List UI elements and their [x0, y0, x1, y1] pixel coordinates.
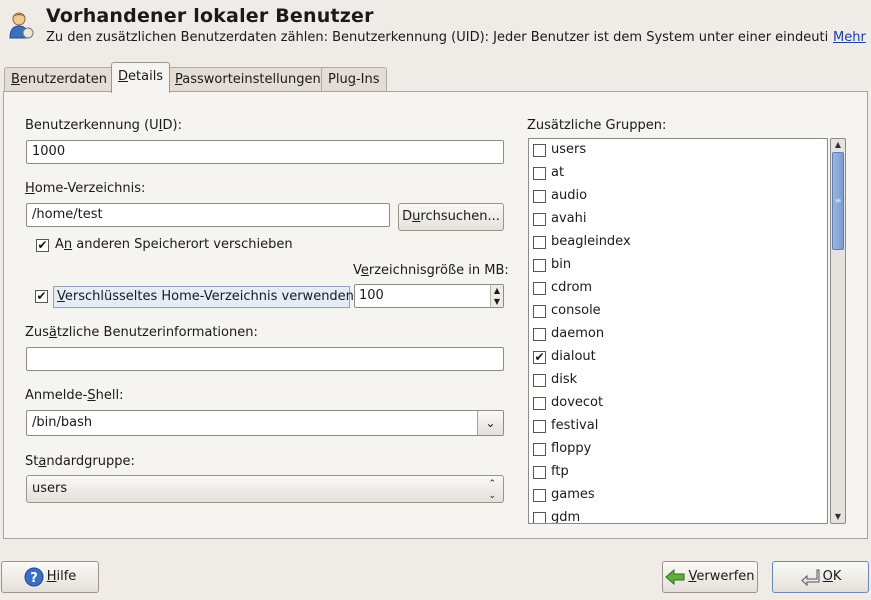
group-name: dialout	[551, 349, 596, 364]
group-name: disk	[551, 372, 578, 387]
group-name: audio	[551, 188, 588, 203]
group-item[interactable]: festival	[529, 415, 827, 438]
browse-button[interactable]: Durchsuchen...	[398, 203, 504, 231]
group-item[interactable]: daemon	[529, 323, 827, 346]
group-item[interactable]: gdm	[529, 507, 827, 524]
info-label: Zusätzliche Benutzerinformationen:	[25, 325, 258, 340]
updown-icon: ⌃ ⌄	[488, 479, 496, 501]
shell-label: Anmelde-Shell:	[25, 388, 124, 403]
group-item[interactable]: users	[529, 139, 827, 162]
group-item[interactable]: beagleindex	[529, 231, 827, 254]
group-checkbox[interactable]	[533, 305, 546, 318]
group-item[interactable]: bin	[529, 254, 827, 277]
details-panel: Benutzerkennung (UID): 1000 Home-Verzeic…	[3, 91, 868, 539]
help-button[interactable]: ? Hilfe	[1, 561, 99, 593]
group-name: festival	[551, 418, 599, 433]
group-checkbox[interactable]	[533, 512, 546, 523]
uid-input[interactable]: 1000	[26, 140, 504, 164]
group-checkbox[interactable]	[533, 397, 546, 410]
tab-benutzerdaten[interactable]: Benutzerdaten	[4, 67, 114, 92]
group-checkbox[interactable]	[533, 144, 546, 157]
info-input[interactable]	[26, 347, 504, 371]
ok-button[interactable]: OK	[772, 561, 869, 593]
scroll-thumb[interactable]: ≡	[832, 152, 844, 250]
group-name: floppy	[551, 441, 592, 456]
group-item[interactable]: audio	[529, 185, 827, 208]
group-checkbox[interactable]	[533, 213, 546, 226]
group-select[interactable]: users ⌃ ⌄	[26, 475, 504, 503]
group-name: at	[551, 165, 565, 180]
more-link[interactable]: Mehr	[833, 30, 866, 45]
help-icon: ?	[24, 567, 44, 586]
scroll-down-icon[interactable]: ▼	[831, 511, 845, 523]
shell-combo[interactable]: /bin/bash ⌄	[26, 410, 504, 436]
group-item[interactable]: dovecot	[529, 392, 827, 415]
group-item[interactable]: avahi	[529, 208, 827, 231]
group-checkbox[interactable]	[533, 282, 546, 295]
chevron-down-icon[interactable]: ⌄	[477, 411, 503, 435]
groups-list[interactable]: users at audio avahi beagleindex bin cdrom cons…	[528, 138, 828, 524]
group-name: users	[551, 142, 587, 157]
group-name: ftp	[551, 464, 569, 479]
dialog-description: Zu den zusätzlichen Benutzerdaten zählen…	[46, 30, 829, 45]
group-name: console	[551, 303, 601, 318]
spin-down-icon[interactable]: ▼	[491, 296, 503, 307]
tab-plug-ins[interactable]: Plug-Ins	[321, 67, 387, 92]
group-item[interactable]: console	[529, 300, 827, 323]
uid-label: Benutzerkennung (UID):	[25, 118, 182, 133]
spin-up-icon[interactable]: ▲	[491, 285, 503, 296]
home-input[interactable]: /home/test	[26, 203, 390, 227]
back-arrow-icon	[665, 568, 685, 585]
group-checkbox[interactable]	[533, 443, 546, 456]
group-name: dovecot	[551, 395, 604, 410]
home-label: Home-Verzeichnis:	[25, 181, 146, 196]
groups-label: Zusätzliche Gruppen:	[527, 118, 667, 133]
move-checkbox-label: An anderen Speicherort verschieben	[55, 237, 293, 252]
group-item[interactable]: cdrom	[529, 277, 827, 300]
group-checkbox[interactable]	[533, 466, 546, 479]
group-item[interactable]: ftp	[529, 461, 827, 484]
tab-passworteinstellungen[interactable]: Passwortein­stellungen	[168, 67, 328, 92]
group-checkbox[interactable]	[533, 167, 546, 180]
group-item[interactable]: floppy	[529, 438, 827, 461]
group-checkbox[interactable]	[533, 236, 546, 249]
encrypted-checkbox[interactable]: ✔	[35, 290, 48, 303]
group-checkbox[interactable]	[533, 489, 546, 502]
tab-details[interactable]: Details	[111, 62, 171, 93]
move-checkbox[interactable]: ✔	[36, 239, 49, 252]
group-checkbox[interactable]	[533, 420, 546, 433]
group-checkbox[interactable]	[533, 190, 546, 203]
group-checkbox[interactable]	[533, 328, 546, 341]
dir-size-spinbutton[interactable]: 100 ▲ ▼	[354, 284, 504, 308]
scroll-up-icon[interactable]: ▲	[831, 139, 845, 151]
group-item[interactable]: at	[529, 162, 827, 185]
group-checkbox[interactable]: ✔	[533, 351, 546, 364]
dir-size-label: Verzeichnisgröße in MB:	[353, 263, 509, 278]
group-name: beagleindex	[551, 234, 631, 249]
dialog-title: Vorhandener lokaler Benutzer	[46, 5, 374, 27]
spin-arrows[interactable]: ▲ ▼	[490, 285, 503, 307]
group-label: Standardgruppe:	[25, 454, 135, 469]
group-checkbox[interactable]	[533, 259, 546, 272]
dir-size-value: 100	[359, 288, 384, 303]
group-name: daemon	[551, 326, 605, 341]
group-name: cdrom	[551, 280, 593, 295]
group-value: users	[32, 481, 68, 496]
shell-value: /bin/bash	[32, 415, 93, 430]
groups-scrollbar[interactable]: ▲ ≡ ▼	[830, 138, 846, 524]
group-item[interactable]: ✔ dialout	[529, 346, 827, 369]
group-name: gdm	[551, 510, 581, 524]
group-item[interactable]: games	[529, 484, 827, 507]
group-name: games	[551, 487, 595, 502]
enter-icon	[800, 569, 820, 586]
group-item[interactable]: disk	[529, 369, 827, 392]
svg-text:?: ?	[30, 571, 38, 586]
group-checkbox[interactable]	[533, 374, 546, 387]
dialog-header: Vorhandener lokaler Benutzer Zu den zusä…	[0, 0, 871, 62]
encrypted-checkbox-label: Verschlüsseltes Home-Verzeichnis verwend…	[53, 286, 354, 308]
group-name: bin	[551, 257, 572, 272]
discard-button[interactable]: Verwerfen	[662, 561, 758, 593]
user-icon	[9, 12, 34, 39]
group-name: avahi	[551, 211, 587, 226]
